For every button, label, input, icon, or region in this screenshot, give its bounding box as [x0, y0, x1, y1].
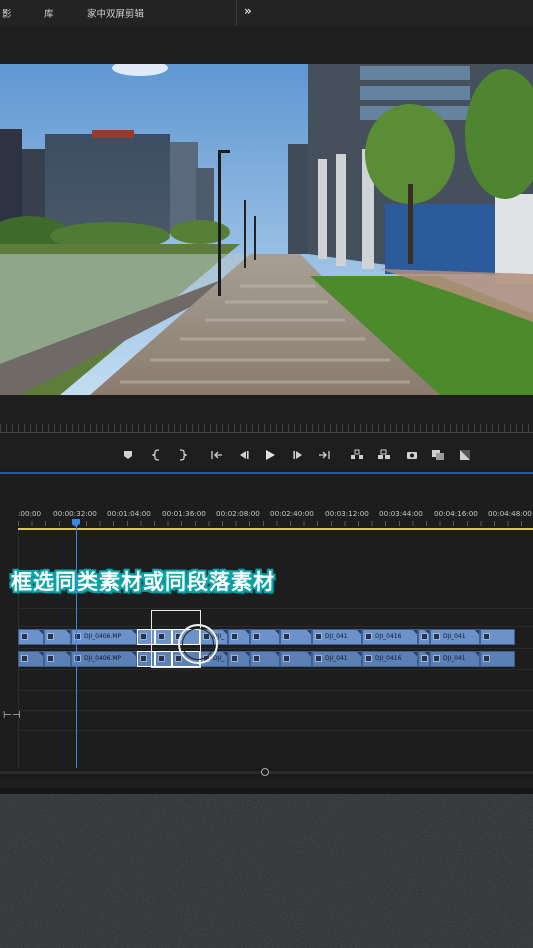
track-divider — [18, 626, 533, 627]
timeline-clip[interactable]: DJI_041 — [312, 651, 362, 667]
video-track-v1: DJI_0406.MP DJI_ DJI_041 DJI_0416 DJI_04… — [18, 629, 533, 645]
program-monitor-video — [0, 64, 533, 395]
timecode-label: 00:03:12:00 — [325, 509, 369, 518]
tutorial-caption: 框选同类素材或同段落素材 — [11, 570, 275, 594]
timeline-clip[interactable] — [280, 651, 312, 667]
go-to-out-icon[interactable] — [317, 448, 331, 462]
timeline-clip[interactable] — [18, 629, 44, 645]
mark-out-icon[interactable] — [175, 448, 189, 462]
timeline-clip[interactable] — [44, 629, 71, 645]
export-frame-icon[interactable] — [405, 448, 419, 462]
track-divider — [18, 648, 533, 649]
cursor-highlight-inner-ring — [182, 628, 214, 660]
transport-controls — [0, 443, 533, 469]
timecode-label: 00:04:48:00 — [488, 509, 532, 518]
monitor-header — [0, 26, 533, 64]
comparison-view-icon[interactable] — [431, 448, 445, 462]
timecode-label: 00:02:08:00 — [216, 509, 260, 518]
timecode-label: 00:03:44:00 — [379, 509, 423, 518]
workspace-tab-dual-screen-editing[interactable]: 家中双屏剪辑 — [87, 6, 144, 20]
background-texture — [0, 794, 533, 948]
timecode-label: 00:02:40:00 — [270, 509, 314, 518]
timeline-clip[interactable]: DJI_0416 — [362, 651, 418, 667]
timeline-clip[interactable] — [280, 629, 312, 645]
zoom-scroll-handle[interactable] — [261, 768, 269, 776]
timecode-label: 00:04:16:00 — [434, 509, 478, 518]
timeline-clip[interactable] — [44, 651, 71, 667]
timeline-clip[interactable]: DJI_041 — [312, 629, 362, 645]
timeline-clip[interactable] — [18, 651, 44, 667]
monitor-time-ruler[interactable] — [0, 424, 533, 432]
workspace-tab-library[interactable]: 库 — [44, 6, 54, 20]
track-divider — [18, 669, 533, 670]
track-divider — [18, 730, 533, 731]
timecode-label: 00:01:36:00 — [162, 509, 206, 518]
timecode-label: 00:00:32:00 — [53, 509, 97, 518]
audio-track-a1: DJI_0406.MP DJI_ DJI_041 DJI_0416 DJI_04… — [18, 651, 533, 667]
go-to-in-icon[interactable] — [210, 448, 224, 462]
step-forward-icon[interactable] — [291, 448, 305, 462]
timeline-clip[interactable]: DJI_041 — [430, 629, 480, 645]
track-divider — [18, 710, 533, 711]
track-divider — [18, 608, 533, 609]
mark-in-icon[interactable] — [150, 448, 164, 462]
timeline-clip[interactable]: DJI_0406.MP — [71, 629, 137, 645]
timeline-ruler[interactable] — [18, 521, 533, 526]
timeline-clip[interactable] — [250, 651, 280, 667]
textured-background — [0, 794, 533, 948]
add-marker-icon[interactable] — [121, 448, 135, 462]
monitor-ruler-baseline — [0, 432, 533, 433]
timeline-clip[interactable] — [418, 629, 430, 645]
play-icon[interactable] — [263, 448, 277, 462]
track-divider — [18, 690, 533, 691]
timeline-clip[interactable] — [480, 629, 515, 645]
workspace-separator — [236, 0, 237, 26]
timeline-clip[interactable] — [228, 629, 250, 645]
timeline-clip[interactable]: DJI_0416 — [362, 629, 418, 645]
timecode-label: 00:01:04:00 — [107, 509, 151, 518]
timecode-label: :00:00 — [18, 509, 42, 518]
workspace-tab-0[interactable]: 影 — [2, 6, 12, 20]
lift-icon[interactable] — [350, 448, 364, 462]
timeline-clip[interactable] — [418, 651, 430, 667]
playhead-line[interactable] — [75, 526, 77, 768]
timeline-clip[interactable] — [480, 651, 515, 667]
extract-icon[interactable] — [377, 448, 391, 462]
timeline-clip[interactable]: DJI_041 — [430, 651, 480, 667]
timeline-clip[interactable] — [250, 629, 280, 645]
timeline-clip[interactable]: DJI_0406.MP — [71, 651, 137, 667]
monitor-footer — [0, 395, 533, 443]
proxy-toggle-icon[interactable] — [458, 448, 472, 462]
step-back-icon[interactable] — [237, 448, 251, 462]
work-area-bar[interactable] — [18, 528, 533, 530]
track-sync-icon[interactable]: ⊢⊣ — [3, 710, 20, 721]
workspace-bar — [0, 0, 533, 27]
timeline-clip[interactable] — [228, 651, 250, 667]
video-frame-image — [0, 64, 533, 395]
workspace-overflow-icon[interactable]: » — [244, 4, 252, 18]
